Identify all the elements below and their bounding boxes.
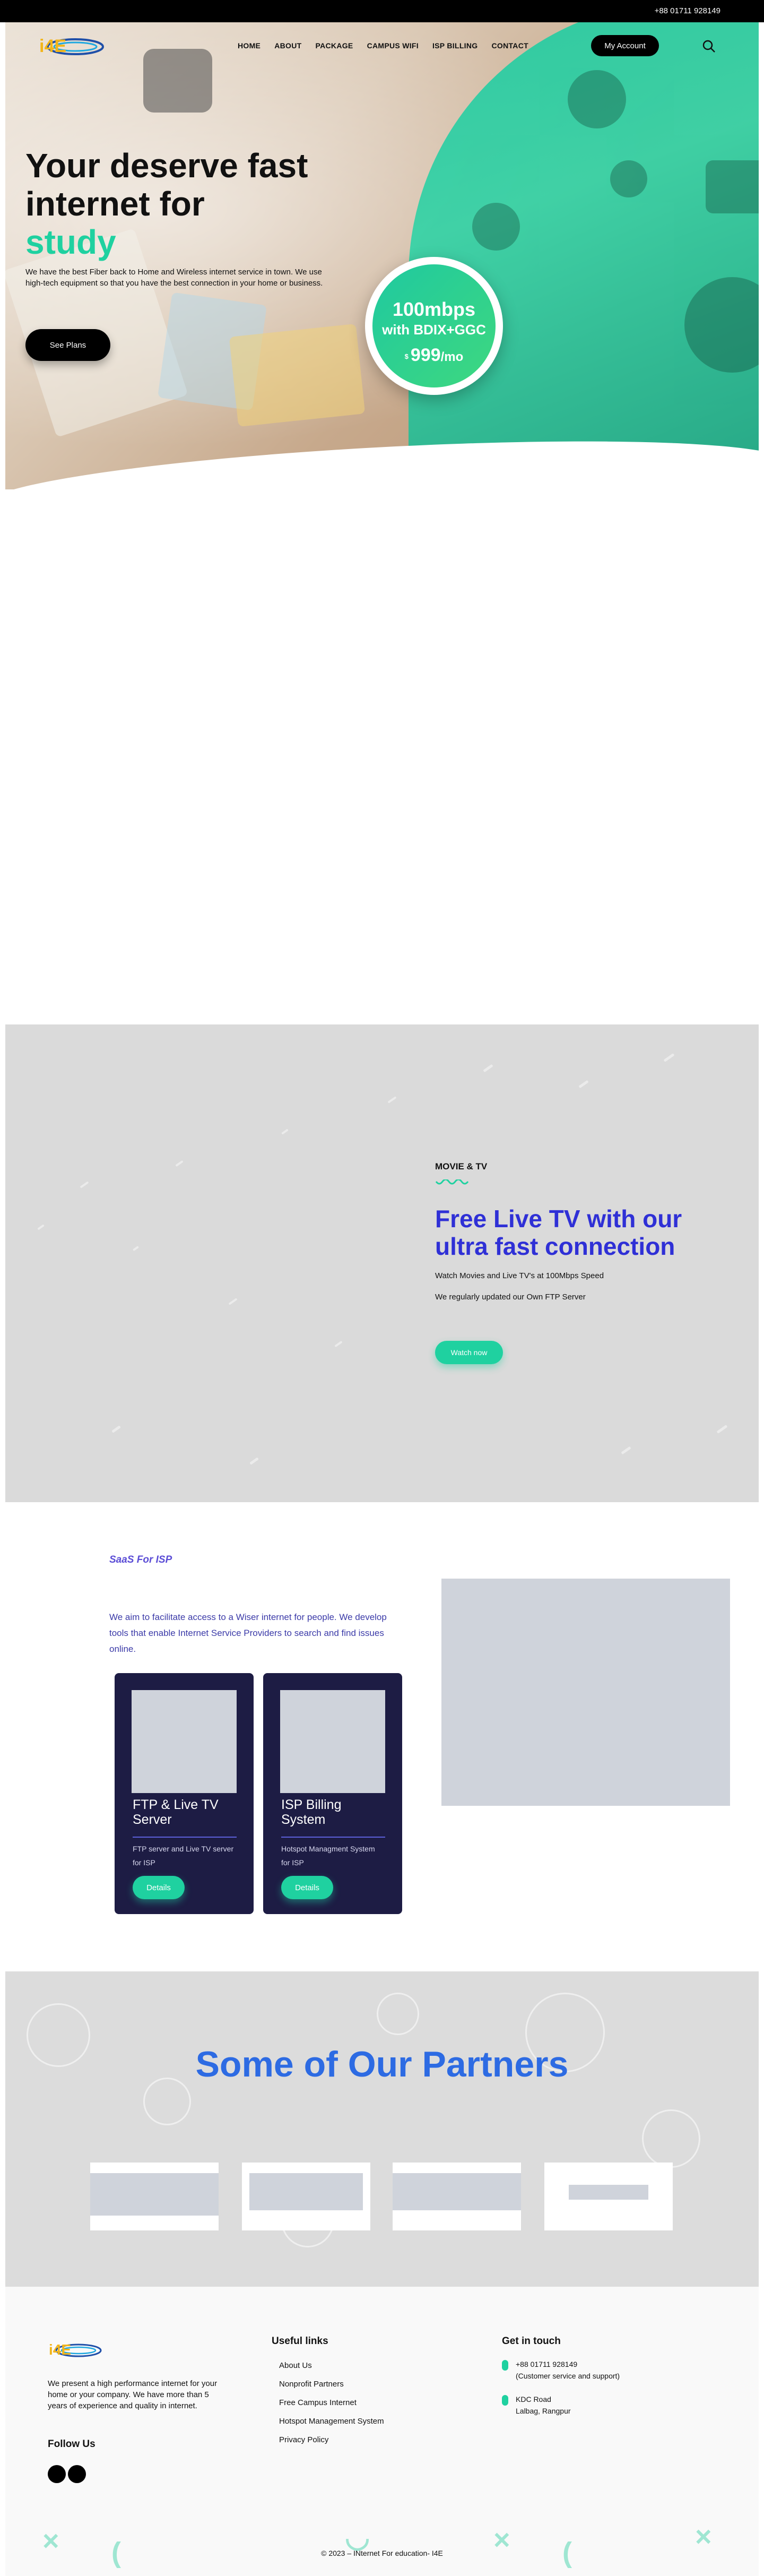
price-sub: with BDIX+GGC — [382, 322, 486, 338]
useful-links-title: Useful links — [272, 2336, 328, 2347]
price-badge: 100mbps with BDIX+GGC $999/mo — [365, 257, 503, 395]
card-image-placeholder — [280, 1690, 385, 1793]
main-nav: HOME ABOUT PACKAGE CAMPUS WIFI ISP BILLI… — [238, 41, 528, 50]
card-details-button[interactable]: Details — [133, 1876, 185, 1899]
social-facebook-icon[interactable] — [48, 2465, 66, 2483]
price-amount: 999 — [410, 345, 441, 365]
see-plans-button[interactable]: See Plans — [25, 329, 110, 361]
nav-package[interactable]: PACKAGE — [315, 41, 353, 50]
footer-link-hotspot[interactable]: Hotspot Management System — [279, 2417, 384, 2426]
card-image-placeholder — [132, 1690, 237, 1793]
footer-link-campus[interactable]: Free Campus Internet — [279, 2398, 357, 2407]
top-bar: +88 01711 928149 — [0, 0, 764, 22]
watch-now-button[interactable]: Watch now — [435, 1341, 503, 1364]
card-description: FTP server and Live TV server for ISP — [133, 1845, 234, 1867]
social-youtube-icon[interactable] — [68, 2465, 86, 2483]
follow-title: Follow Us — [48, 2439, 96, 2450]
tv-title: Free Live TV with our ultra fast connect… — [435, 1205, 682, 1260]
tv-line2: We regularly updated our Own FTP Server — [435, 1293, 586, 1302]
partner-logo[interactable] — [90, 2163, 219, 2230]
footer-link-nonprofit[interactable]: Nonprofit Partners — [279, 2380, 344, 2389]
service-card: FTP & Live TV Server FTP server and Live… — [115, 1673, 254, 1914]
price-value: $999/mo — [372, 345, 496, 366]
wave-divider-icon — [435, 1179, 469, 1185]
copyright: © 2023 – INternet For education- I4E — [321, 2549, 443, 2557]
contact-address-line2: Lalbag, Rangpur — [516, 2407, 571, 2415]
nav-contact[interactable]: CONTACT — [491, 41, 528, 50]
footer-logo-text: i4E — [49, 2341, 71, 2358]
card-title: FTP & Live TV Server — [133, 1797, 219, 1827]
footer-link-about[interactable]: About Us — [279, 2361, 312, 2370]
card-title: ISP Billing System — [281, 1797, 342, 1827]
contact-address-line1: KDC Road — [516, 2395, 551, 2403]
tv-section: MOVIE & TV Free Live TV with our ultra f… — [5, 1024, 759, 1502]
partner-logo[interactable] — [544, 2163, 673, 2230]
card-description: Hotspot Managment System for ISP — [281, 1845, 375, 1867]
saas-image-placeholder — [441, 1579, 730, 1806]
card-details-button[interactable]: Details — [281, 1876, 333, 1899]
price-currency: $ — [404, 352, 409, 360]
get-in-touch-title: Get in touch — [502, 2336, 561, 2347]
nav-campus-wifi[interactable]: CAMPUS WIFI — [367, 41, 419, 50]
tv-line1: Watch Movies and Live TV's at 100Mbps Sp… — [435, 1271, 604, 1280]
nav-isp-billing[interactable]: ISP BILLING — [432, 41, 478, 50]
price-speed: 100mbps — [392, 298, 476, 320]
decor-x-icon: × — [695, 2521, 712, 2553]
tv-eyebrow: MOVIE & TV — [435, 1161, 488, 1171]
location-icon — [502, 2395, 508, 2406]
search-icon[interactable] — [702, 39, 716, 53]
hero-title-accent: study — [25, 223, 116, 261]
hero-title-line1: Your deserve fast — [25, 147, 308, 185]
my-account-button[interactable]: My Account — [591, 35, 659, 56]
partners-title: Some of Our Partners — [195, 2044, 569, 2084]
logo-text: i4E — [39, 36, 66, 56]
hero-description: We have the best Fiber back to Home and … — [25, 268, 323, 288]
footer-logo[interactable]: i4E — [48, 2339, 103, 2361]
partner-logo[interactable] — [393, 2163, 521, 2230]
brand-logo[interactable]: i4E — [37, 33, 106, 59]
footer-link-privacy[interactable]: Privacy Policy — [279, 2435, 328, 2444]
card-divider — [133, 1837, 237, 1838]
footer: i4E We present a high performance intern… — [5, 2287, 759, 2576]
topbar-phone[interactable]: +88 01711 928149 — [655, 6, 720, 15]
contact-phone[interactable]: +88 01711 928149 — [516, 2359, 577, 2370]
card-divider — [281, 1837, 385, 1838]
service-card: ISP Billing System Hotspot Managment Sys… — [263, 1673, 402, 1914]
hero-title-line2: internet for — [25, 185, 205, 223]
hero-title: Your deserve fast internet for study — [25, 147, 365, 261]
saas-eyebrow: SaaS For ISP — [109, 1554, 172, 1565]
phone-icon — [502, 2360, 508, 2371]
footer-description: We present a high performance internet f… — [48, 2379, 218, 2410]
contact-phone-note: (Customer service and support) — [516, 2372, 620, 2380]
price-badge-inner: 100mbps with BDIX+GGC $999/mo — [372, 264, 496, 387]
saas-description: We aim to facilitate access to a Wiser i… — [109, 1612, 387, 1654]
partner-logo[interactable] — [242, 2163, 370, 2230]
partners-section: Some of Our Partners — [5, 1971, 759, 2287]
price-period: /mo — [440, 350, 464, 364]
nav-home[interactable]: HOME — [238, 41, 261, 50]
nav-about[interactable]: ABOUT — [274, 41, 301, 50]
